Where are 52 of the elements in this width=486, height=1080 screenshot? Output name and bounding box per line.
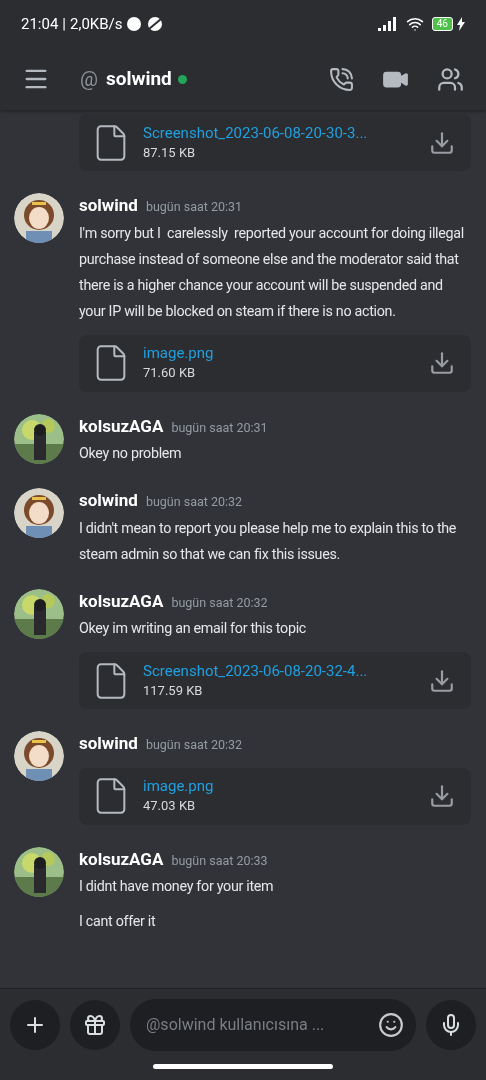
file-name[interactable]: image.png bbox=[143, 776, 417, 796]
file-attachment[interactable]: image.png 47.03 KB bbox=[79, 767, 471, 825]
emoji-icon[interactable] bbox=[378, 1012, 404, 1038]
message-text: Okey no problem bbox=[79, 444, 183, 463]
status-separator: | bbox=[62, 13, 67, 35]
wifi-icon bbox=[405, 15, 424, 33]
author-name[interactable]: solwind bbox=[79, 193, 138, 219]
message-timestamp: bugün saat 20:33 bbox=[171, 851, 268, 870]
message-text: I'm sorry but I carelessly reported your account for doing illegal purchase instead of someone else and the moderator said that there is a higher chance your account will be suspended and your IP will be blocked on steam if there is no action. bbox=[79, 223, 465, 321]
status-time: 21:04 bbox=[21, 13, 59, 35]
network-speed: 2,0KB/s bbox=[70, 13, 123, 35]
message-timestamp: bugün saat 20:31 bbox=[171, 418, 268, 437]
message-text: I didnt have money for your item bbox=[79, 877, 275, 896]
author-name[interactable]: solwind bbox=[79, 731, 138, 757]
gift-icon bbox=[83, 1013, 107, 1037]
message-text: Okey im writing an email for this topic bbox=[79, 619, 308, 638]
author-name[interactable]: kolsuzAGA bbox=[79, 588, 164, 614]
at-sign: @ bbox=[80, 66, 98, 93]
signal-icon bbox=[377, 17, 398, 31]
channel-title: solwind bbox=[105, 65, 172, 92]
file-attachment[interactable]: Screenshot_2023-06-08-20-30-3... 87.15 KB bbox=[79, 114, 471, 171]
message-timestamp: bugün saat 20:32 bbox=[145, 736, 243, 754]
author-name[interactable]: solwind bbox=[79, 488, 138, 514]
message-timestamp: bugün saat 20:32 bbox=[145, 493, 243, 511]
author-name[interactable]: kolsuzAGA bbox=[79, 413, 164, 439]
gift-button[interactable] bbox=[70, 1000, 120, 1050]
message-timestamp: bugün saat 20:32 bbox=[171, 593, 268, 612]
message-text: I didn't mean to report you please help me to explain this to the steam admin so that we can fix this issues. bbox=[79, 518, 458, 564]
message-timestamp: bugün saat 20:31 bbox=[145, 198, 243, 216]
message-composer[interactable]: @solwind kullanıcısına ... bbox=[130, 999, 416, 1051]
message-text: I cant offer it bbox=[79, 912, 157, 931]
charging-icon bbox=[457, 17, 465, 31]
microphone-button[interactable] bbox=[426, 1000, 476, 1050]
message-input[interactable]: @solwind kullanıcısına ... bbox=[146, 1013, 378, 1037]
download-icon[interactable] bbox=[429, 783, 455, 809]
file-size: 117.59 KB bbox=[143, 681, 204, 700]
file-name[interactable]: Screenshot_2023-06-08-20-30-3... bbox=[143, 122, 417, 143]
file-size: 71.60 KB bbox=[143, 364, 197, 382]
members-icon[interactable] bbox=[437, 65, 464, 93]
file-attachment[interactable]: Screenshot_2023-06-08-20-32-4... 117.59 KB bbox=[79, 652, 471, 709]
download-icon[interactable] bbox=[429, 350, 455, 376]
voice-call-icon[interactable] bbox=[329, 66, 354, 92]
author-name[interactable]: kolsuzAGA bbox=[79, 846, 164, 872]
file-name[interactable]: image.png bbox=[143, 343, 417, 363]
file-size: 47.03 KB bbox=[143, 797, 197, 815]
file-name[interactable]: Screenshot_2023-06-08-20-32-4... bbox=[143, 660, 417, 681]
file-size: 87.15 KB bbox=[143, 143, 197, 162]
add-button[interactable] bbox=[10, 1000, 60, 1050]
file-attachment[interactable]: image.png 71.60 KB bbox=[79, 334, 471, 392]
download-icon[interactable] bbox=[429, 667, 455, 694]
download-icon[interactable] bbox=[429, 129, 455, 156]
battery-indicator: 46 bbox=[431, 17, 453, 31]
